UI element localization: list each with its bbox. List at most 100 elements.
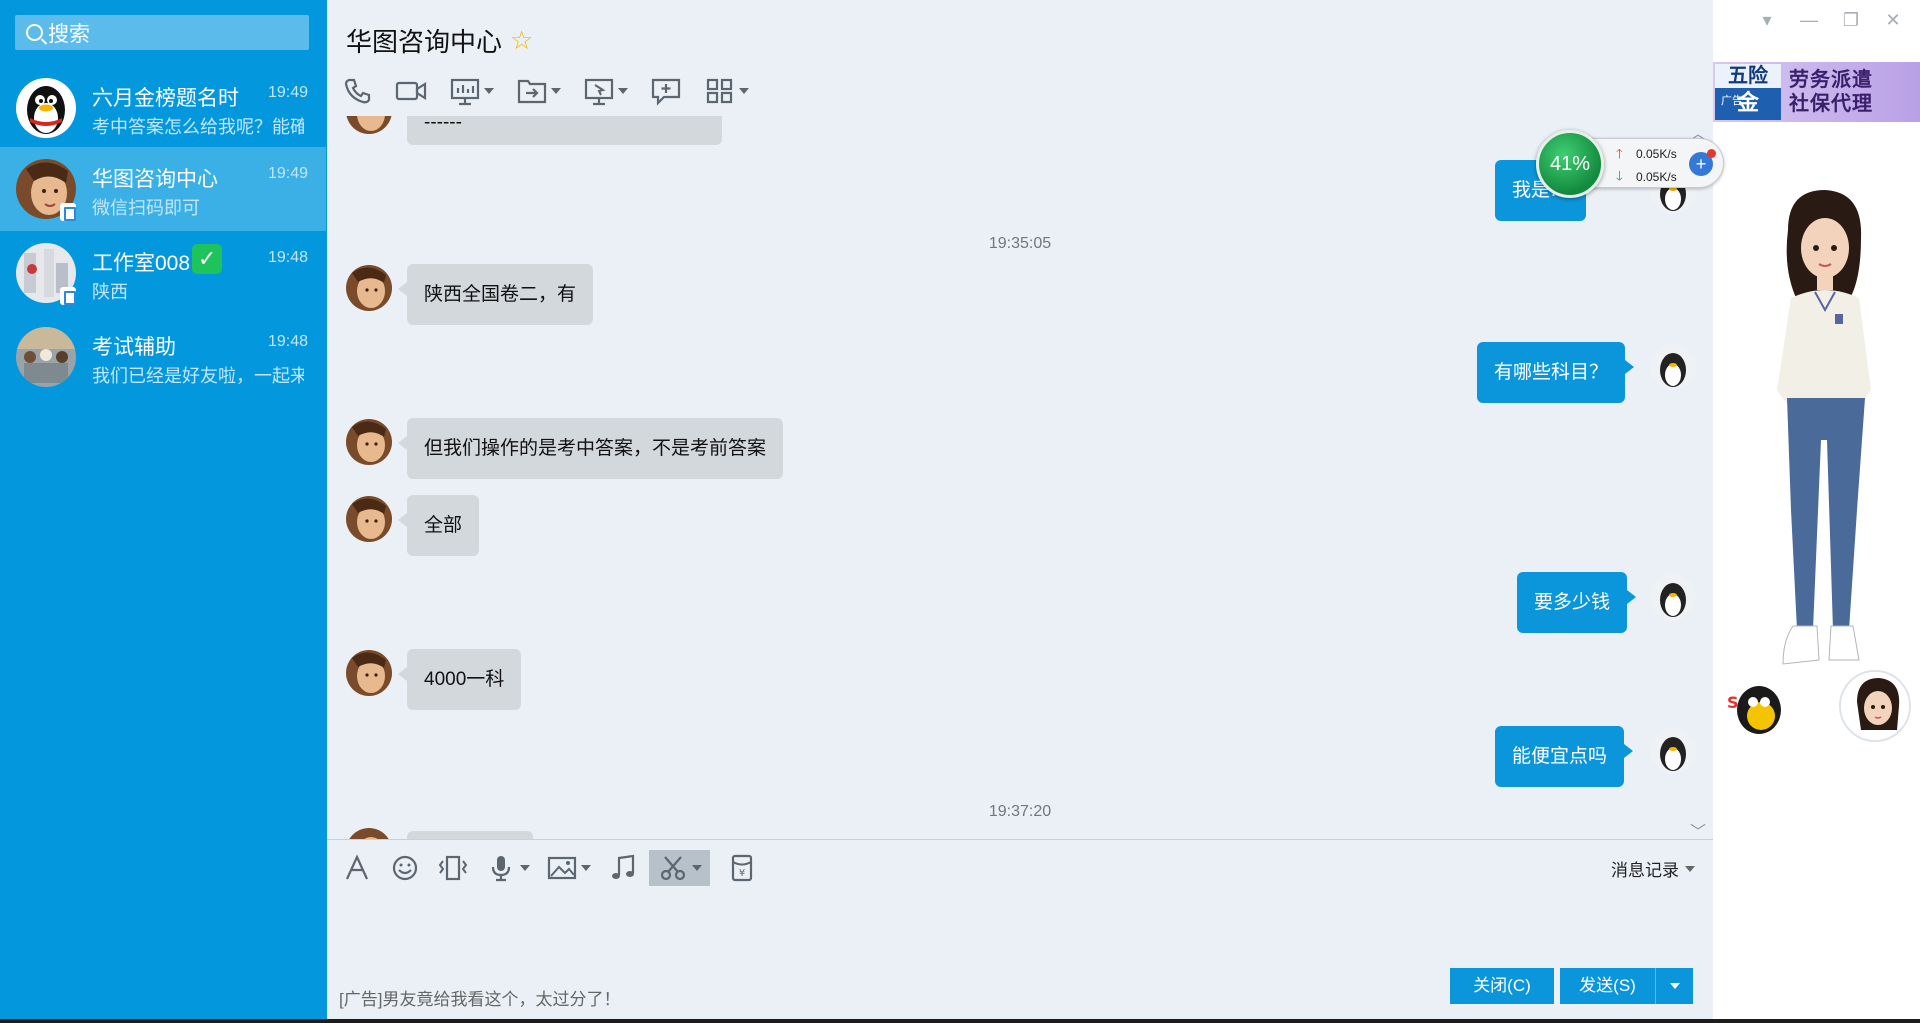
ad-tag: 广告	[1721, 95, 1743, 107]
conversation-preview: 陕西	[92, 282, 128, 302]
mobile-device-icon	[60, 203, 76, 221]
restore-icon[interactable]: ❐	[1830, 10, 1872, 31]
chevron-down-icon	[1685, 865, 1695, 872]
accelerate-plus-icon[interactable]: +	[1689, 149, 1716, 176]
right-panel: ▾ — ❐ ✕ 五险 金 广告 劳务派遣 社保代理 S	[1713, 0, 1920, 1019]
my-avatar	[1650, 728, 1696, 774]
voice-call-icon[interactable]	[341, 76, 373, 106]
conversation-preview: 我们已经是好友啦，一起来	[92, 366, 304, 386]
contact-avatar	[346, 650, 392, 696]
input-toolbar: ¥	[341, 850, 774, 886]
conversation-sidebar: 搜索 六月金榜题名时 19:49 考中答案怎么给我呢？能確 华图咨询中心 19:…	[0, 0, 327, 1019]
minimize-icon[interactable]: —	[1788, 10, 1830, 31]
message-bubble-incoming[interactable]	[407, 831, 533, 839]
apps-grid-icon[interactable]	[704, 76, 749, 106]
message-bubble-outgoing[interactable]: 要多少钱	[1517, 572, 1637, 633]
chat-panel: 华图咨询中心 ☆ ------ 我是… 19:35:05 陕西全国卷二，有 有哪…	[327, 0, 1713, 1019]
check-mark-icon: ✓	[192, 244, 223, 274]
message-list[interactable]: ------ 我是… 19:35:05 陕西全国卷二，有 有哪些科目？ 但我们操…	[327, 116, 1713, 839]
close-button[interactable]: 关闭(C)	[1450, 968, 1554, 1004]
voice-message-icon[interactable]	[485, 853, 530, 883]
font-icon[interactable]	[341, 853, 373, 883]
qq-show-badge-icon[interactable]: S	[1723, 680, 1787, 740]
file-transfer-icon[interactable]	[516, 76, 561, 106]
music-icon[interactable]	[607, 853, 639, 883]
search-placeholder: 搜索	[48, 22, 90, 46]
timestamp: 19:35:05	[988, 235, 1052, 252]
message-bubble-incoming[interactable]: ------	[407, 116, 722, 145]
dropdown-chevron-icon[interactable]: ▾	[1746, 10, 1788, 31]
message-bubble-outgoing[interactable]: 有哪些科目？	[1477, 342, 1635, 403]
character-show-avatar[interactable]	[1753, 190, 1893, 680]
conversation-item[interactable]: 工作室008 ✓ 19:48 陕西	[0, 231, 326, 315]
contact-avatar	[346, 265, 392, 311]
conversation-name: 工作室008 ✓	[92, 244, 223, 278]
conversation-preview: 微信扫码即可	[92, 198, 200, 218]
conversation-item-active[interactable]: 华图咨询中心 19:49 微信扫码即可	[0, 147, 326, 231]
ad-banner[interactable]: 五险 金 广告 劳务派遣 社保代理	[1713, 62, 1920, 122]
remote-desktop-icon[interactable]	[583, 76, 628, 106]
close-icon[interactable]: ✕	[1872, 10, 1914, 31]
chat-toolbar	[341, 76, 771, 106]
screenshot-scissors-icon[interactable]	[649, 850, 710, 886]
svg-text:¥: ¥	[739, 868, 745, 879]
svg-text:S: S	[1727, 693, 1739, 712]
avatar	[16, 78, 76, 138]
video-call-icon[interactable]	[395, 76, 427, 106]
contact-avatar	[346, 419, 392, 465]
shake-window-icon[interactable]	[437, 853, 469, 883]
chat-title: 华图咨询中心 ☆	[346, 22, 533, 59]
send-options-chevron-icon[interactable]	[1656, 968, 1693, 1004]
message-bubble-incoming[interactable]: 陕西全国卷二，有	[397, 264, 594, 325]
ad-banner-line: 社保代理	[1789, 93, 1873, 115]
conversation-time: 19:48	[267, 249, 308, 266]
conversation-item[interactable]: 考试辅助 19:48 我们已经是好友啦，一起来	[0, 315, 326, 399]
history-label: 消息记录	[1611, 861, 1679, 880]
input-divider	[327, 839, 1713, 840]
contact-avatar	[346, 496, 392, 542]
conversation-time: 19:49	[267, 165, 308, 182]
search-input[interactable]: 搜索	[15, 15, 309, 50]
download-rate: 0.05K/s	[1636, 170, 1677, 184]
contact-name: 华图咨询中心	[346, 27, 503, 57]
my-avatar	[1650, 574, 1696, 620]
ad-banner-top-text: 五险	[1715, 64, 1781, 88]
mobile-device-icon	[60, 287, 76, 305]
message-bubble-outgoing[interactable]: 能便宜点吗	[1495, 726, 1634, 787]
search-icon	[26, 24, 43, 41]
download-arrow-icon: 🡓	[1616, 168, 1623, 183]
red-packet-icon[interactable]: ¥	[726, 853, 758, 883]
my-avatar	[1650, 344, 1696, 390]
conversation-name: 考试辅助	[92, 336, 176, 359]
create-discussion-icon[interactable]	[650, 76, 682, 106]
conversation-time: 19:48	[267, 333, 308, 350]
upload-arrow-icon: 🡑	[1616, 146, 1623, 161]
conversation-preview: 考中答案怎么给我呢？能確	[92, 117, 304, 137]
timestamp: 19:37:20	[988, 803, 1052, 820]
taskbar-edge	[0, 1019, 1920, 1023]
avatar	[16, 327, 76, 387]
message-bubble-incoming[interactable]: 全部	[397, 495, 480, 556]
contact-avatar	[346, 828, 392, 839]
message-bubble-incoming[interactable]: 4000一科	[397, 649, 522, 710]
screen-share-icon[interactable]	[449, 76, 494, 106]
ad-banner-text: 劳务派遣 社保代理	[1789, 68, 1873, 116]
emoji-icon[interactable]	[389, 853, 421, 883]
send-label: 发送(S)	[1560, 968, 1656, 1004]
window-controls: ▾ — ❐ ✕	[1746, 10, 1914, 31]
message-history-button[interactable]: 消息记录	[1611, 856, 1695, 881]
ad-banner-line: 劳务派遣	[1789, 69, 1873, 91]
mini-avatar[interactable]	[1839, 670, 1911, 742]
image-icon[interactable]	[546, 853, 591, 883]
contact-avatar	[346, 116, 392, 134]
favorite-star-icon[interactable]: ☆	[510, 25, 533, 56]
upload-rate: 0.05K/s	[1636, 147, 1677, 161]
message-bubble-incoming[interactable]: 但我们操作的是考中答案，不是考前答案	[397, 418, 784, 479]
conversation-name: 六月金榜题名时	[92, 87, 239, 110]
conversation-item[interactable]: 六月金榜题名时 19:49 考中答案怎么给我呢？能確	[0, 66, 326, 150]
conversation-time: 19:49	[267, 84, 308, 101]
memory-usage-percent[interactable]: 41%	[1536, 130, 1604, 198]
send-button[interactable]: 发送(S)	[1560, 968, 1693, 1004]
network-speed-widget[interactable]: 41% 🡑 0.05K/s 🡓 0.05K/s +	[1536, 130, 1724, 198]
ad-text-link[interactable]: [广告]男友竟给我看这个，太过分了！	[339, 985, 620, 1010]
